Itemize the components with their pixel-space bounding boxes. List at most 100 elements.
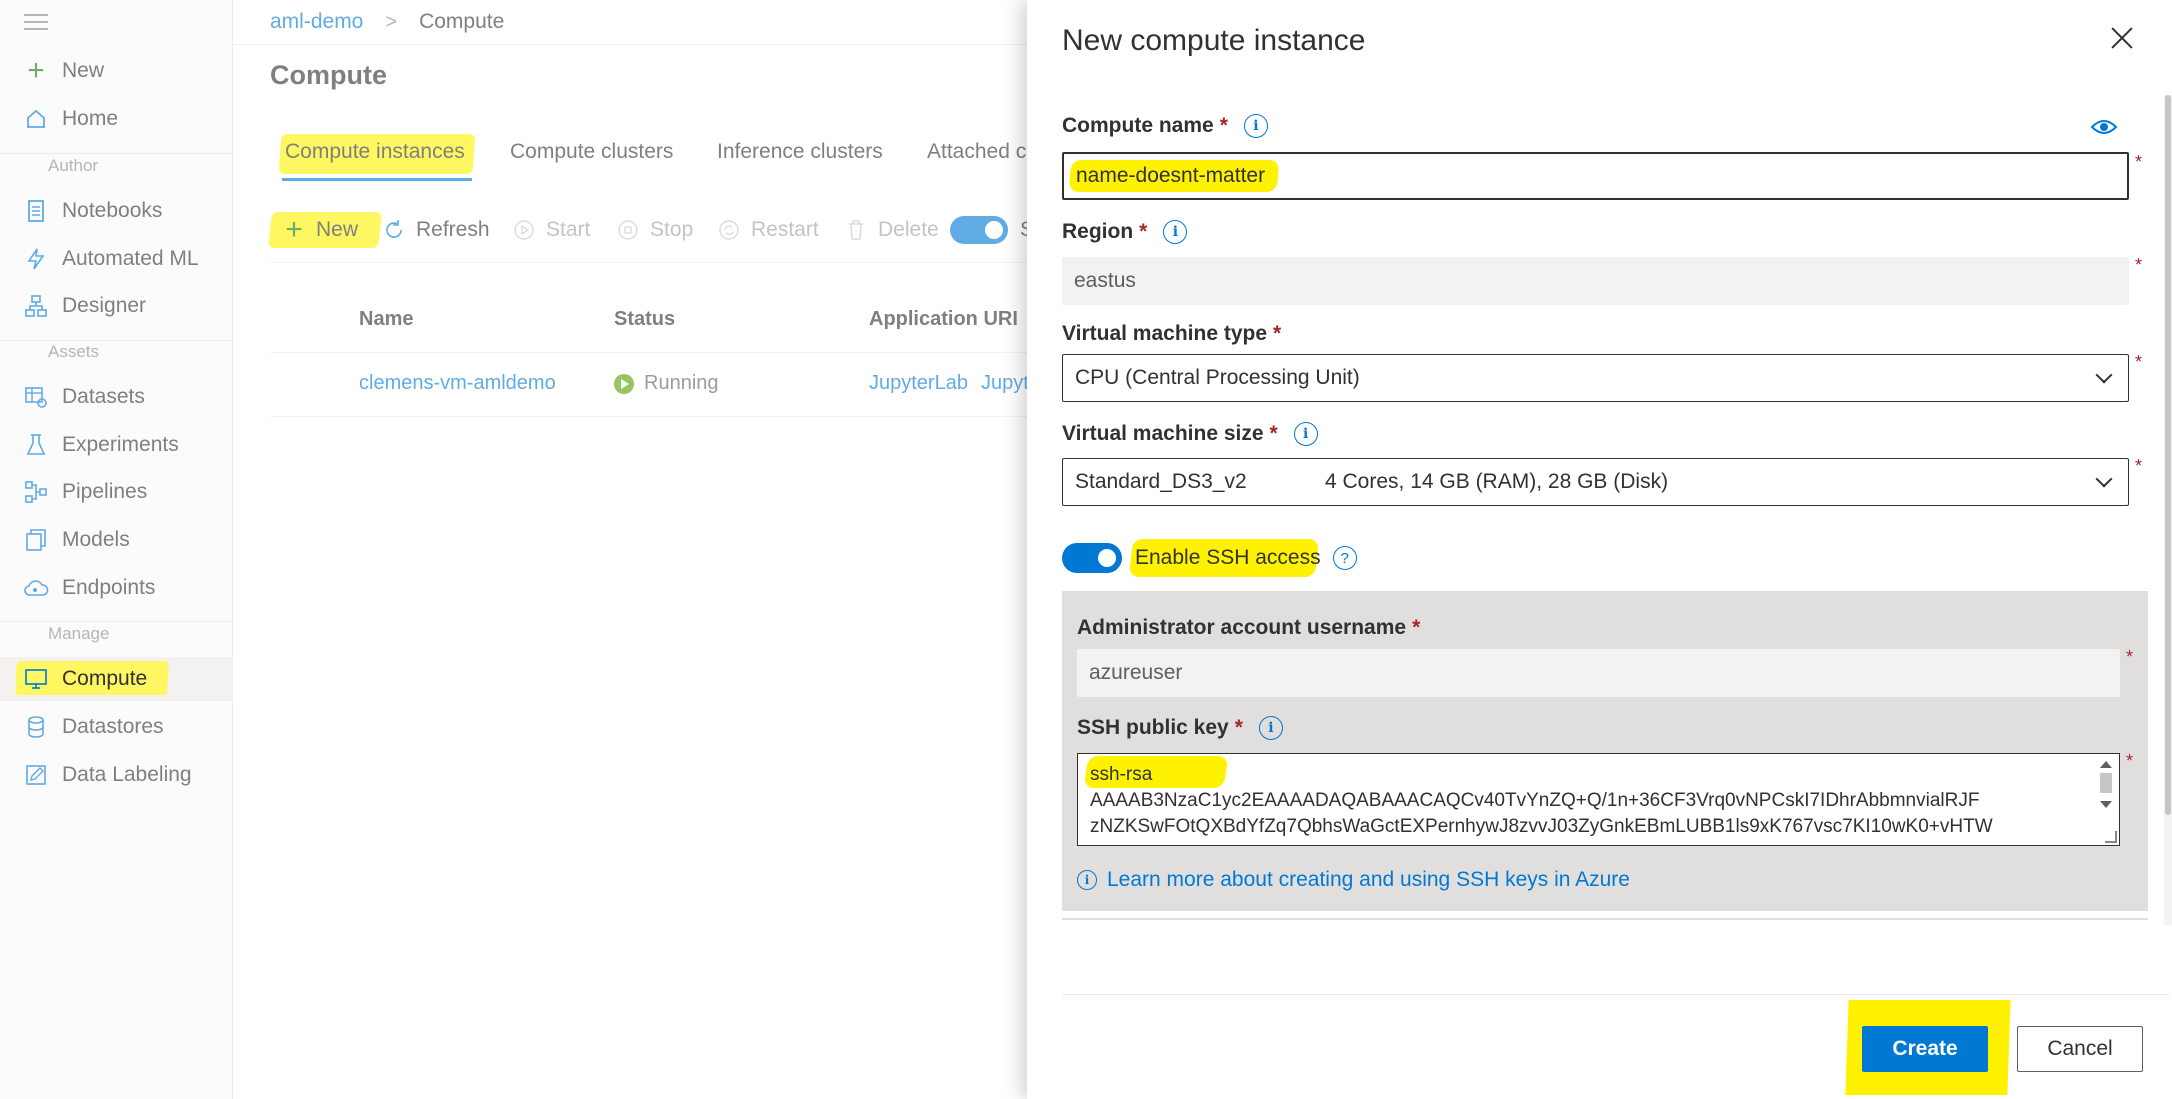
admin-username-label: Administrator account username * bbox=[1077, 616, 1420, 640]
column-header-application-uri[interactable]: Application URI bbox=[869, 308, 1018, 331]
refresh-label: Refresh bbox=[416, 218, 490, 241]
eye-icon[interactable] bbox=[2090, 117, 2118, 137]
nav-label: Models bbox=[62, 528, 130, 551]
close-icon[interactable] bbox=[2110, 26, 2134, 50]
nav-item-data-labeling[interactable]: Data Labeling bbox=[0, 753, 233, 797]
info-icon[interactable]: i bbox=[1243, 114, 1268, 138]
input-value: azureuser bbox=[1089, 661, 1183, 684]
scroll-up-icon[interactable] bbox=[2100, 761, 2112, 768]
footer-divider bbox=[1062, 994, 2170, 995]
label-text: Region bbox=[1062, 220, 1134, 243]
tab-compute-clusters[interactable]: Compute clusters bbox=[510, 140, 673, 164]
enable-ssh-toggle[interactable] bbox=[1062, 543, 1122, 573]
header-row-divider bbox=[270, 352, 1030, 353]
vm-size-specs: 4 Cores, 14 GB (RAM), 28 GB (Disk) bbox=[1325, 470, 1669, 493]
nav-item-compute[interactable]: Compute bbox=[0, 657, 233, 701]
textarea-scrollbar[interactable] bbox=[2096, 757, 2116, 842]
restart-label: Restart bbox=[751, 218, 819, 241]
tab-compute-instances[interactable]: Compute instances bbox=[285, 140, 465, 164]
nav-item-endpoints[interactable]: Endpoints bbox=[0, 566, 233, 610]
tab-attached-compute[interactable]: Attached c bbox=[927, 140, 1026, 164]
restart-button[interactable]: Restart bbox=[717, 210, 819, 250]
nav-item-datasets[interactable]: Datasets bbox=[0, 375, 233, 419]
enable-ssh-label: Enable SSH access ? bbox=[1129, 539, 1357, 577]
jupyterlab-link[interactable]: JupyterLab bbox=[869, 372, 968, 395]
nav-item-new[interactable]: + New bbox=[0, 49, 233, 93]
create-button[interactable]: Create bbox=[1862, 1026, 1988, 1072]
start-button[interactable]: Start bbox=[512, 210, 590, 250]
nav-item-automated-ml[interactable]: Automated ML bbox=[0, 237, 233, 281]
compute-icon bbox=[22, 665, 50, 693]
refresh-button[interactable]: Refresh bbox=[382, 210, 490, 250]
nav-item-notebooks[interactable]: Notebooks bbox=[0, 189, 233, 233]
toolbar-toggle[interactable] bbox=[950, 216, 1008, 244]
column-header-status[interactable]: Status bbox=[614, 308, 675, 331]
row-divider bbox=[270, 416, 1030, 417]
page-title: Compute bbox=[270, 60, 387, 90]
required-marker: * bbox=[2126, 647, 2134, 667]
scrollbar-thumb[interactable] bbox=[2165, 95, 2171, 815]
link-text: Learn more about creating and using SSH … bbox=[1107, 868, 1630, 891]
required-marker: * bbox=[2135, 255, 2143, 275]
nav-label: Datasets bbox=[62, 385, 145, 408]
panel-scrollbar[interactable] bbox=[2164, 95, 2172, 925]
required-marker: * bbox=[2126, 751, 2134, 771]
hamburger-menu-icon[interactable] bbox=[24, 14, 48, 32]
vm-size-dropdown[interactable]: Standard_DS3_v2 4 Cores, 14 GB (RAM), 28… bbox=[1062, 458, 2129, 506]
ssh-public-key-textarea[interactable]: ssh-rsa AAAAB3NzaC1yc2EAAAADAQABAAACAQCv… bbox=[1077, 753, 2120, 846]
required-marker: * bbox=[2135, 152, 2143, 172]
plus-icon: + bbox=[285, 213, 303, 246]
cloud-endpoint-icon bbox=[22, 574, 50, 602]
new-compute-instance-panel: New compute instance Compute name * i na… bbox=[1027, 0, 2172, 1099]
nav-item-models[interactable]: Models bbox=[0, 518, 233, 562]
panel-title: New compute instance bbox=[1062, 24, 1366, 57]
start-label: Start bbox=[546, 218, 591, 241]
learn-more-ssh-link[interactable]: i Learn more about creating and using SS… bbox=[1077, 868, 1630, 892]
vm-type-dropdown[interactable]: CPU (Central Processing Unit) bbox=[1062, 354, 2129, 402]
info-icon[interactable]: i bbox=[1163, 220, 1188, 244]
nav-item-datastores[interactable]: Datastores bbox=[0, 705, 233, 749]
cancel-button[interactable]: Cancel bbox=[2017, 1026, 2143, 1072]
delete-button[interactable]: Delete bbox=[844, 210, 939, 250]
info-icon[interactable]: i bbox=[1293, 422, 1318, 446]
dropdown-value: CPU (Central Processing Unit) bbox=[1075, 366, 1360, 389]
compute-instance-link[interactable]: clemens-vm-amldemo bbox=[359, 372, 556, 395]
stop-button[interactable]: Stop bbox=[616, 210, 693, 250]
refresh-icon bbox=[382, 218, 406, 242]
breadcrumb-workspace-link[interactable]: aml-demo bbox=[270, 10, 363, 34]
scroll-down-icon[interactable] bbox=[2100, 801, 2112, 808]
left-nav: + New Home Author Notebooks Automated ML… bbox=[0, 0, 233, 1099]
nav-divider bbox=[0, 340, 233, 341]
pipeline-icon bbox=[22, 478, 50, 506]
nav-section-assets: Assets bbox=[48, 342, 100, 361]
key-line: ssh-rsa bbox=[1090, 764, 1153, 785]
admin-username-field: azureuser bbox=[1077, 649, 2120, 697]
vm-size-name: Standard_DS3_v2 bbox=[1075, 470, 1247, 493]
help-icon[interactable]: ? bbox=[1332, 546, 1357, 570]
new-compute-button[interactable]: + New bbox=[282, 210, 358, 250]
breadcrumb-current: Compute bbox=[419, 10, 505, 33]
jupyter-link[interactable]: Jupyt bbox=[981, 372, 1029, 395]
designer-icon bbox=[22, 292, 50, 320]
nav-label: Automated ML bbox=[62, 247, 199, 270]
active-tab-indicator bbox=[282, 178, 472, 181]
stop-label: Stop bbox=[650, 218, 694, 241]
info-icon[interactable]: i bbox=[1258, 716, 1283, 740]
info-icon: i bbox=[1077, 870, 1097, 890]
tab-inference-clusters[interactable]: Inference clusters bbox=[717, 140, 883, 164]
resize-grip-icon[interactable] bbox=[2105, 831, 2117, 843]
nav-item-pipelines[interactable]: Pipelines bbox=[0, 470, 233, 514]
scrollbar-thumb[interactable] bbox=[2100, 773, 2112, 793]
status-text: Running bbox=[644, 372, 719, 394]
database-icon bbox=[22, 713, 50, 741]
column-header-name[interactable]: Name bbox=[359, 308, 413, 331]
nav-item-designer[interactable]: Designer bbox=[0, 284, 233, 328]
restart-icon bbox=[717, 218, 741, 242]
nav-item-experiments[interactable]: Experiments bbox=[0, 423, 233, 467]
compute-name-input[interactable]: name-doesnt-matter bbox=[1062, 152, 2129, 200]
ssh-public-key-label: SSH public key * i bbox=[1077, 716, 1283, 740]
nav-item-home[interactable]: Home bbox=[0, 97, 233, 141]
edit-icon bbox=[22, 761, 50, 789]
datasets-icon bbox=[22, 383, 50, 411]
label-text: SSH public key bbox=[1077, 716, 1229, 739]
